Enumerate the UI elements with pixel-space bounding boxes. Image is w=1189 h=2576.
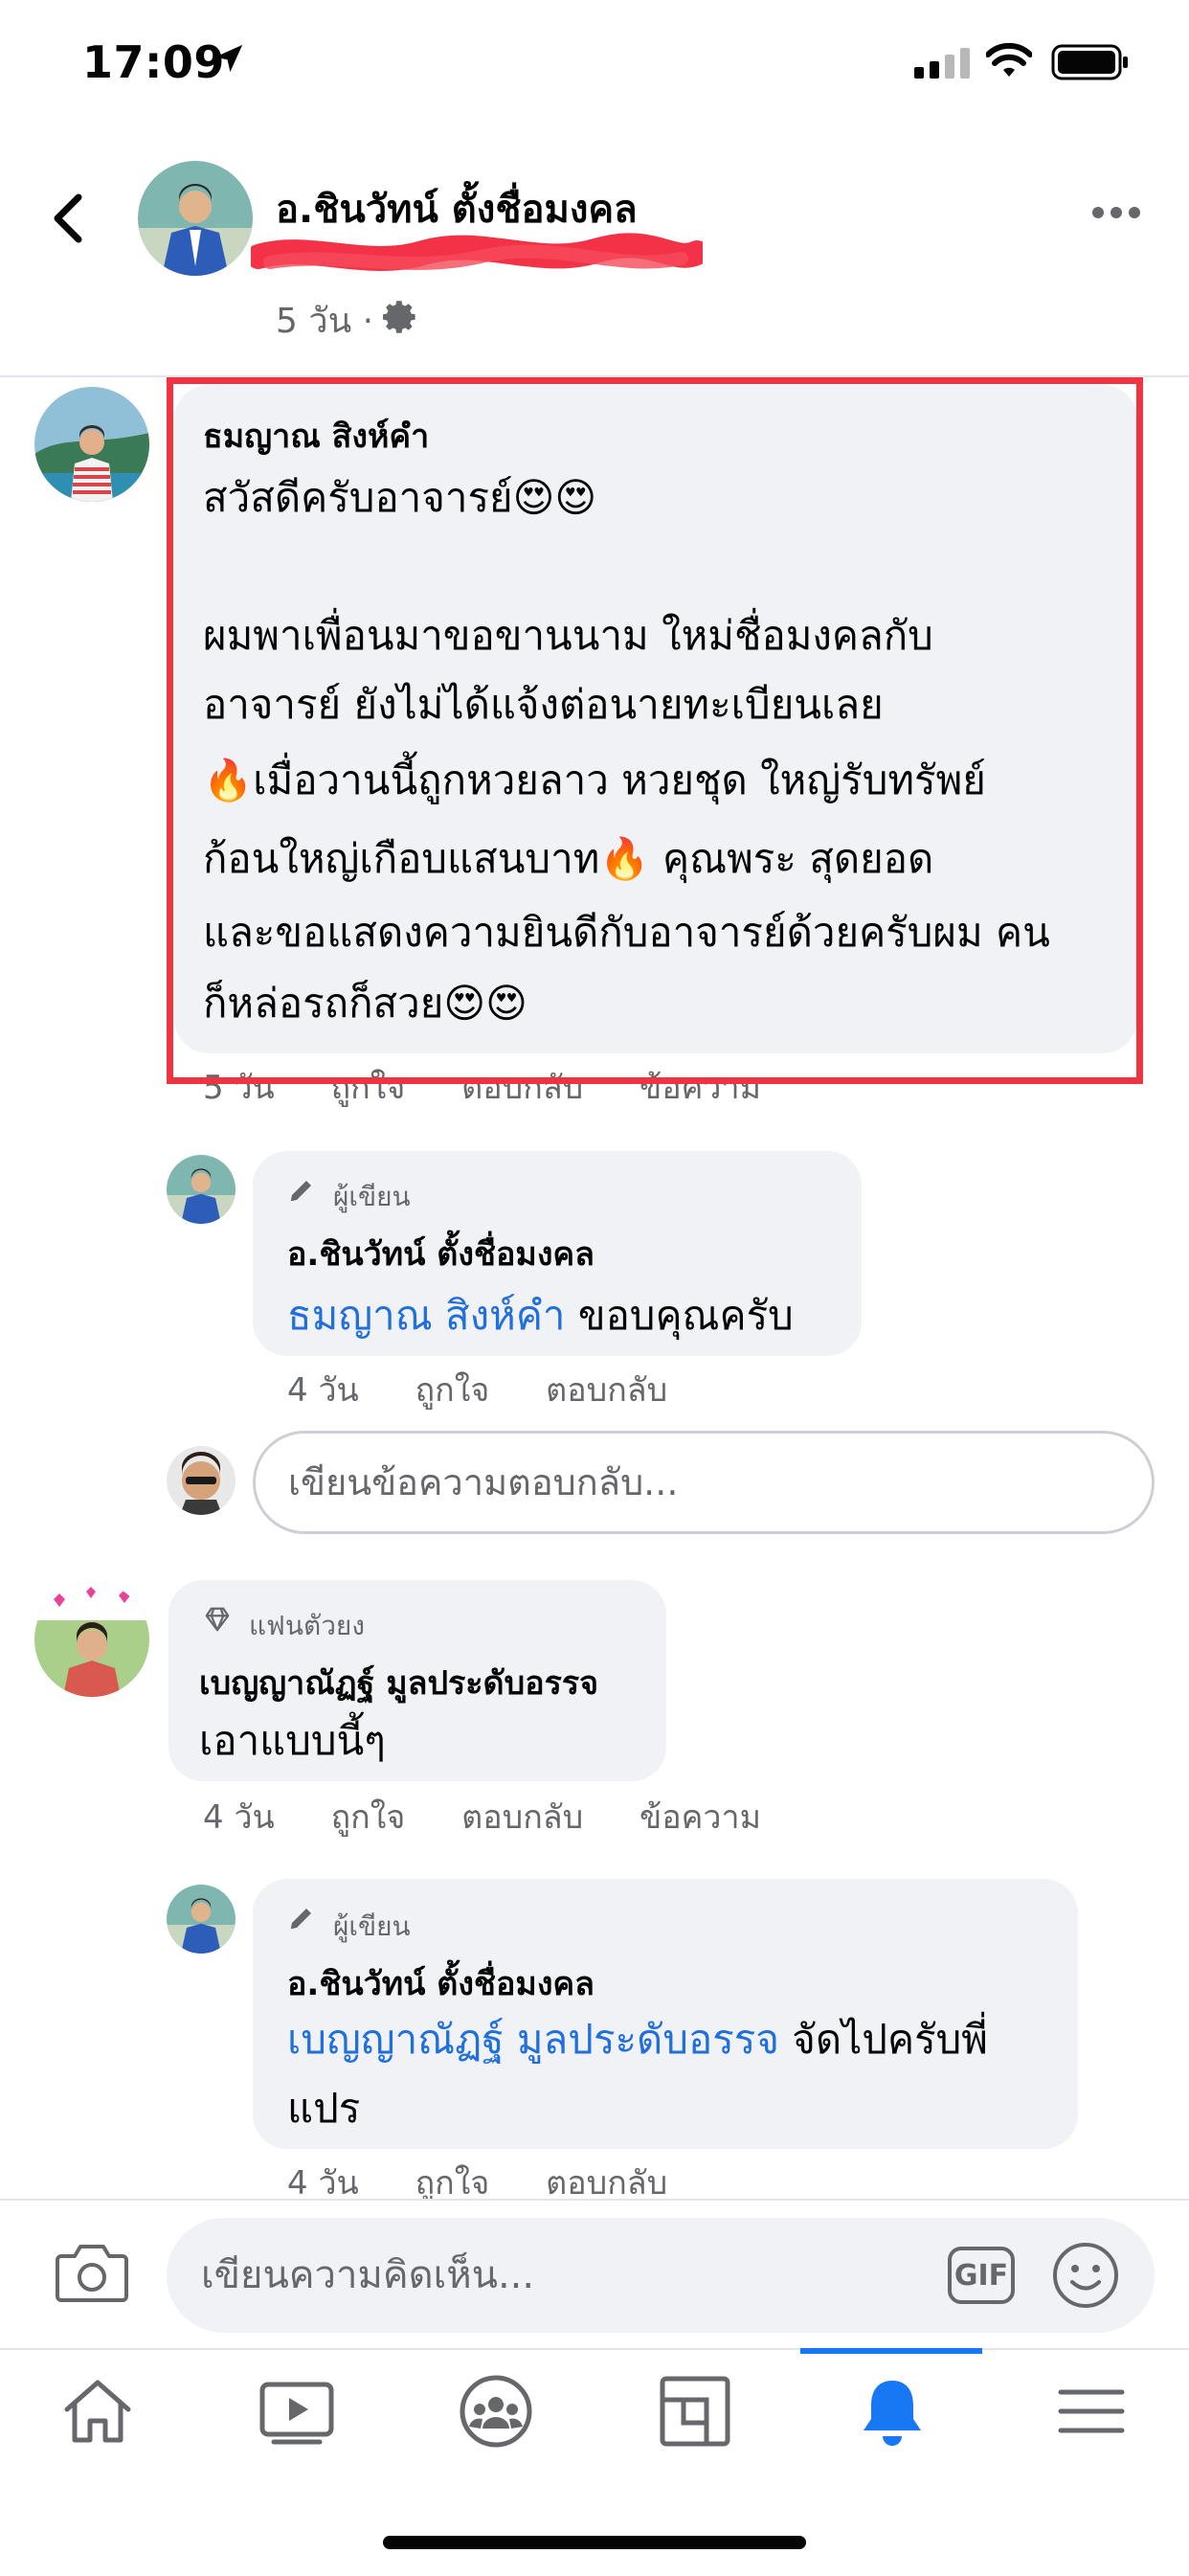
- top-fan-badge: แฟนตัวยง: [249, 1610, 365, 1641]
- commenter-avatar[interactable]: [34, 387, 149, 502]
- pencil-icon: [290, 1179, 313, 1202]
- author-badge: ผู้เขียน: [333, 1910, 411, 1942]
- pencil-icon: [290, 1907, 313, 1930]
- reply-button[interactable]: ตอบกลับ: [546, 1364, 667, 1415]
- post-time: 5 วัน: [276, 302, 352, 341]
- highlight-box: [167, 377, 1143, 1084]
- comment-actions: 4 วัน ถูกใจ ตอบกลับ ข้อความ: [203, 1791, 807, 1842]
- current-user-avatar: [167, 1446, 236, 1515]
- menu-icon[interactable]: [1053, 2373, 1130, 2450]
- comment-author[interactable]: เบญญาณัฏฐ์ มูลประดับอรรจ: [199, 1657, 598, 1708]
- reply-actions: 4 วัน ถูกใจ ตอบกลับ: [287, 1364, 713, 1415]
- reply-text: เบญญาณัฏฐ์ มูลประดับอรรจ จัดไปครับพี่ แป…: [287, 2005, 1053, 2143]
- like-button[interactable]: ถูกใจ: [415, 1364, 490, 1415]
- reply-input-box[interactable]: [253, 1431, 1155, 1534]
- like-button[interactable]: ถูกใจ: [331, 1791, 406, 1842]
- cellular-signal-icon: [914, 48, 972, 79]
- pages-icon[interactable]: [657, 2373, 733, 2450]
- gif-button[interactable]: GIF: [948, 2247, 1015, 2304]
- post-meta: 5 วัน ·: [276, 293, 373, 348]
- post-author-avatar[interactable]: [138, 161, 253, 276]
- reply-text: ธมญาณ สิงห์คำ ขอบคุณครับ: [287, 1281, 794, 1350]
- location-arrow-icon: [214, 44, 243, 73]
- reply-author-avatar[interactable]: [167, 1155, 236, 1224]
- post-author-name[interactable]: อ.ชินวัทน์ ตั้งชื่อมงคล: [276, 178, 638, 239]
- author-badge: ผู้เขียน: [333, 1181, 411, 1212]
- gif-label: GIF: [953, 2258, 1009, 2293]
- reply-author[interactable]: อ.ชินวัทน์ ตั้งชื่อมงคล: [287, 1228, 594, 1279]
- message-button[interactable]: ข้อความ: [639, 1791, 761, 1842]
- commenter-avatar[interactable]: [34, 1582, 149, 1697]
- mention-link[interactable]: เบญญาณัฏฐ์ มูลประดับอรรจ: [287, 2016, 779, 2063]
- reply-author[interactable]: อ.ชินวัทน์ ตั้งชื่อมงคล: [287, 1957, 594, 2009]
- mention-link[interactable]: ธมญาณ สิงห์คำ: [287, 1292, 566, 1339]
- reply-body: จัดไปครับพี่: [778, 2016, 988, 2063]
- groups-icon[interactable]: [458, 2373, 534, 2450]
- reply-line: เบญญาณัฏฐ์ มูลประดับอรรจ จัดไปครับพี่: [287, 2005, 1053, 2074]
- reply-line: แปร: [287, 2085, 361, 2132]
- emoji-icon[interactable]: [1051, 2241, 1120, 2310]
- active-tab-indicator: [800, 2348, 982, 2354]
- reply-time: 4 วัน: [287, 1371, 359, 1410]
- battery-icon: [1051, 44, 1128, 80]
- gear-icon: [383, 301, 415, 333]
- more-options-icon[interactable]: [1091, 203, 1141, 222]
- reply-button[interactable]: ตอบกลับ: [461, 1791, 583, 1842]
- home-icon[interactable]: [59, 2373, 136, 2450]
- notifications-bell-icon[interactable]: [854, 2373, 931, 2450]
- reply-author-avatar[interactable]: [167, 1885, 236, 1954]
- redaction-scribble: [251, 233, 703, 271]
- home-indicator: [383, 2536, 806, 2549]
- reply-body: ขอบคุณครับ: [565, 1292, 794, 1339]
- status-time: 17:09: [82, 36, 225, 88]
- reply-input[interactable]: [256, 1434, 1152, 1531]
- comment-text: เอาแบบนี้ๆ: [199, 1717, 386, 1764]
- back-arrow-icon[interactable]: [48, 192, 86, 245]
- comment-input[interactable]: [167, 2218, 948, 2333]
- diamond-icon: [205, 1607, 230, 1632]
- comment-time: 4 วัน: [203, 1798, 275, 1837]
- camera-icon[interactable]: [56, 2241, 128, 2302]
- wifi-icon: [986, 42, 1032, 77]
- watch-video-icon[interactable]: [258, 2373, 335, 2450]
- meta-separator: ·: [362, 302, 374, 341]
